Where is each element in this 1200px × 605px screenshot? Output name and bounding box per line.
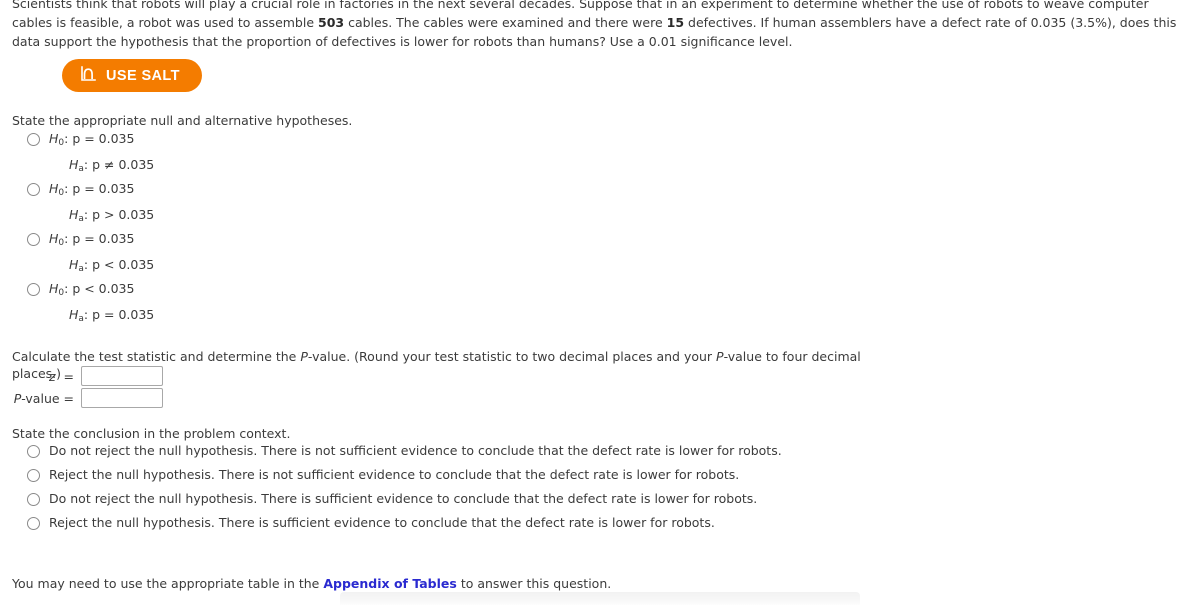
hypothesis-option-2[interactable]: H0: p = 0.035 Ha: p > 0.035	[27, 181, 154, 227]
hypothesis-null-2: H0: p = 0.035	[49, 181, 135, 198]
appendix-note: You may need to use the appropriate tabl…	[12, 575, 611, 592]
hypotheses-prompt: State the appropriate null and alternati…	[12, 113, 353, 128]
hypothesis-option-3-text: H0: p = 0.035 Ha: p < 0.035	[49, 231, 154, 277]
problem-text-mid: cables. The cables were examined and the…	[344, 15, 667, 30]
use-salt-label: USE SALT	[106, 67, 180, 84]
bottom-panel-edge	[340, 592, 860, 605]
conclusion-option-4[interactable]: Reject the null hypothesis. There is suf…	[27, 515, 715, 531]
pvalue-label: P-value =	[13, 390, 74, 406]
problem-statement: Scientists think that robots will play a…	[12, 0, 1188, 51]
hypothesis-alt-4: Ha: p = 0.035	[69, 307, 155, 324]
conclusion-option-4-label: Reject the null hypothesis. There is suf…	[49, 515, 715, 530]
salt-button-container: USE SALT	[62, 59, 202, 92]
hypothesis-null-3: H0: p = 0.035	[49, 231, 135, 248]
hypothesis-option-4-text: H0: p < 0.035 Ha: p = 0.035	[49, 281, 154, 327]
conclusion-option-3-label: Do not reject the null hypothesis. There…	[49, 491, 758, 506]
hypothesis-radio-4[interactable]	[27, 283, 40, 296]
problem-defectives: 15	[666, 15, 685, 30]
use-salt-button[interactable]: USE SALT	[62, 59, 202, 92]
z-label: z =	[49, 368, 74, 384]
hypothesis-radio-3[interactable]	[27, 233, 40, 246]
conclusion-option-1[interactable]: Do not reject the null hypothesis. There…	[27, 443, 782, 459]
question-page: Scientists think that robots will play a…	[0, 0, 1200, 605]
conclusion-option-2-label: Reject the null hypothesis. There is not…	[49, 467, 740, 482]
hypothesis-radio-1[interactable]	[27, 133, 40, 146]
hypothesis-alt-2: Ha: p > 0.035	[69, 207, 155, 224]
conclusion-radio-3[interactable]	[27, 493, 40, 506]
conclusion-option-3[interactable]: Do not reject the null hypothesis. There…	[27, 491, 757, 507]
hypothesis-alt-3: Ha: p < 0.035	[69, 257, 155, 274]
hypothesis-radio-2[interactable]	[27, 183, 40, 196]
distribution-curve-icon	[80, 66, 97, 85]
conclusion-radio-1[interactable]	[27, 445, 40, 458]
hypothesis-null-1: H0: p = 0.035	[49, 131, 135, 148]
hypothesis-option-3[interactable]: H0: p = 0.035 Ha: p < 0.035	[27, 231, 154, 277]
appendix-note-before: You may need to use the appropriate tabl…	[12, 576, 324, 591]
problem-sample-size: 503	[318, 15, 345, 30]
conclusion-radio-2[interactable]	[27, 469, 40, 482]
z-input[interactable]	[81, 366, 163, 386]
hypothesis-option-4[interactable]: H0: p < 0.035 Ha: p = 0.035	[27, 281, 154, 327]
z-answer-row: z =	[0, 366, 163, 386]
conclusion-option-2[interactable]: Reject the null hypothesis. There is not…	[27, 467, 739, 483]
hypothesis-option-1-text: H0: p = 0.035 Ha: p ≠ 0.035	[49, 131, 154, 177]
appendix-of-tables-link[interactable]: Appendix of Tables	[323, 576, 456, 591]
conclusion-option-1-label: Do not reject the null hypothesis. There…	[49, 443, 782, 458]
pvalue-answer-row: P-value =	[0, 388, 163, 408]
conclusion-prompt: State the conclusion in the problem cont…	[12, 426, 291, 441]
hypothesis-null-4: H0: p < 0.035	[49, 281, 135, 298]
hypothesis-alt-1: Ha: p ≠ 0.035	[69, 157, 155, 174]
conclusion-radio-4[interactable]	[27, 517, 40, 530]
hypothesis-option-1[interactable]: H0: p = 0.035 Ha: p ≠ 0.035	[27, 131, 154, 177]
appendix-note-after: to answer this question.	[456, 576, 612, 591]
pvalue-input[interactable]	[81, 388, 163, 408]
hypothesis-option-2-text: H0: p = 0.035 Ha: p > 0.035	[49, 181, 154, 227]
